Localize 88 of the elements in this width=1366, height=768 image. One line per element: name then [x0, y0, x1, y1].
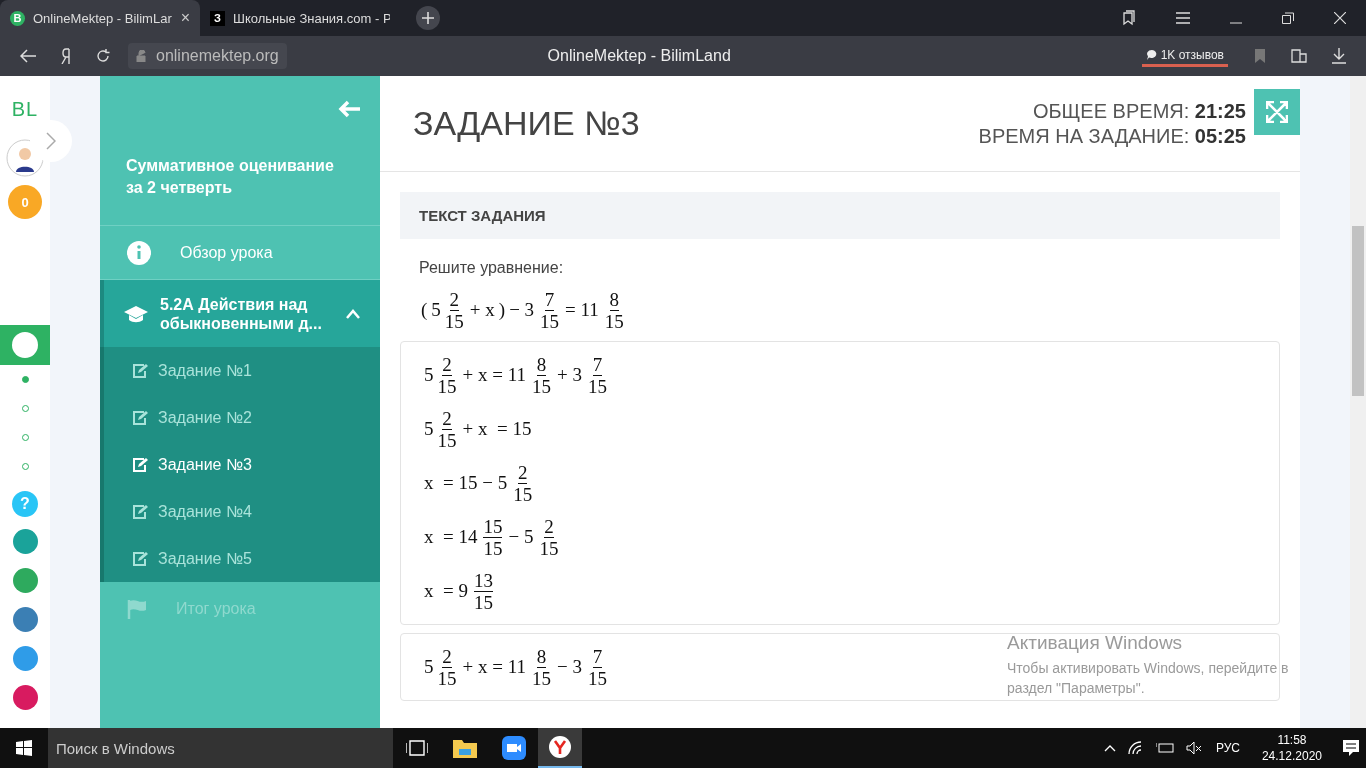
task-item[interactable]: Задание №2	[104, 394, 380, 441]
math-text: + x = 15	[462, 418, 532, 440]
course-title: Суммативное оценивание за 2 четверть	[126, 156, 335, 198]
fraction: 13 15	[472, 569, 494, 613]
browser-tab[interactable]: B OnlineMektep - BilimLar ×	[0, 0, 200, 36]
video-camera-icon[interactable]	[502, 736, 526, 760]
math-text: + x	[469, 299, 495, 321]
fraction: 2 15	[538, 515, 560, 559]
edit-icon	[132, 457, 148, 472]
task-prompt: Решите уравнение:	[419, 259, 565, 277]
task-view-icon[interactable]	[406, 740, 428, 756]
battery-icon[interactable]	[1155, 742, 1174, 754]
chevron-up-icon[interactable]	[1103, 744, 1116, 752]
site-favicon: B	[10, 10, 25, 26]
reload-icon[interactable]	[96, 49, 110, 63]
chevron-right-icon	[46, 132, 56, 150]
step-dot[interactable]	[21, 376, 29, 383]
page-title: OnlineMektep - BilimLand	[547, 47, 731, 64]
chevron-icon	[346, 308, 360, 319]
fraction: 15 15	[482, 515, 504, 559]
points-badge: 0	[8, 185, 42, 219]
fraction: 7 15	[586, 353, 608, 397]
browser-tab[interactable]: З Школьные Знания.com - Р	[200, 0, 400, 36]
restore-icon[interactable]	[1282, 12, 1294, 24]
fullscreen-icon	[1266, 101, 1288, 123]
lock-icon	[136, 50, 148, 62]
task-item[interactable]: Задание №3	[104, 441, 380, 488]
edit-icon	[132, 363, 148, 378]
language-indicator[interactable]: РУС	[1215, 741, 1240, 755]
math-text: x = 9	[424, 580, 468, 602]
task-item[interactable]: Задание №5	[104, 535, 380, 582]
info-icon	[126, 239, 152, 266]
task-item[interactable]: Задание №1	[104, 347, 380, 394]
fraction: 2 15	[512, 461, 534, 505]
fraction: 7 15	[586, 645, 608, 689]
taskbar-search-field[interactable]: Поиск в Windows	[48, 728, 393, 768]
notifications-icon[interactable]	[1342, 739, 1360, 757]
task-time: ВРЕМЯ НА ЗАДАНИЕ: 05:25	[978, 123, 1246, 149]
math-text: x = 14	[424, 526, 478, 548]
math-text: − 5	[508, 526, 534, 548]
scrollbar[interactable]	[1350, 76, 1366, 728]
activation-text: Чтобы активировать Windows, перейдите в раздел "Параметры".	[1007, 659, 1290, 698]
wifi-icon[interactable]	[1127, 741, 1144, 755]
fraction: 8 15	[531, 645, 552, 689]
task-item[interactable]: Задание №4	[104, 488, 380, 535]
speech-bubble-icon	[1145, 48, 1158, 61]
reviews-button[interactable]: 1K отзывов	[1141, 45, 1228, 67]
section-heading: ТЕКСТ ЗАДАНИЯ	[419, 207, 546, 224]
task-title: ЗАДАНИЕ №3	[413, 104, 641, 143]
muted-speaker-icon[interactable]	[1185, 741, 1202, 755]
lesson-item[interactable]: 5.2А Действия над обыкновенными д...	[100, 280, 380, 347]
math-text: )	[498, 299, 506, 321]
bookmarks-icon[interactable]	[1120, 10, 1136, 26]
yandex-logo-icon[interactable]	[60, 48, 72, 64]
graduation-cap-icon	[124, 304, 148, 323]
math-text: = 11	[565, 299, 599, 321]
menu-icon[interactable]	[1176, 12, 1190, 24]
edit-icon	[132, 551, 148, 566]
flag-icon	[126, 598, 148, 619]
math-text: − 3	[509, 299, 535, 321]
total-time: ОБЩЕЕ ВРЕМЯ: 21:25	[1031, 98, 1246, 124]
extensions-icon[interactable]	[1290, 48, 1308, 64]
math-text: (	[421, 299, 428, 321]
math-text: − 3	[557, 656, 582, 678]
site-logo[interactable]: BL	[11, 98, 39, 121]
math-text: x = 15 − 5	[424, 472, 508, 494]
windows-start-icon[interactable]	[16, 740, 32, 756]
math-text: + x = 11	[462, 656, 526, 678]
fraction: 7 15	[539, 288, 561, 332]
help-button[interactable]: ?	[12, 491, 38, 517]
activation-title: Активация Windows	[1007, 632, 1184, 654]
fraction: 8 15	[603, 288, 625, 332]
download-icon[interactable]	[1332, 48, 1346, 64]
fraction: 8 15	[531, 353, 552, 397]
clock[interactable]: 11:58 24.12.2020	[1261, 732, 1322, 764]
site-favicon: З	[210, 10, 225, 26]
close-icon[interactable]	[1334, 12, 1346, 24]
address-field[interactable]: onlinemektep.org	[128, 43, 287, 69]
math-text: + 3	[557, 364, 582, 386]
back-icon[interactable]	[20, 49, 36, 63]
yandex-browser-icon[interactable]	[548, 735, 572, 759]
new-tab-icon[interactable]	[416, 6, 440, 30]
folder-icon[interactable]	[453, 738, 477, 758]
edit-icon	[132, 504, 148, 519]
math-text: + x = 11	[462, 364, 526, 386]
close-tab-button[interactable]: ×	[180, 9, 190, 27]
bookmark-icon[interactable]	[1254, 48, 1266, 64]
edit-icon	[132, 410, 148, 425]
